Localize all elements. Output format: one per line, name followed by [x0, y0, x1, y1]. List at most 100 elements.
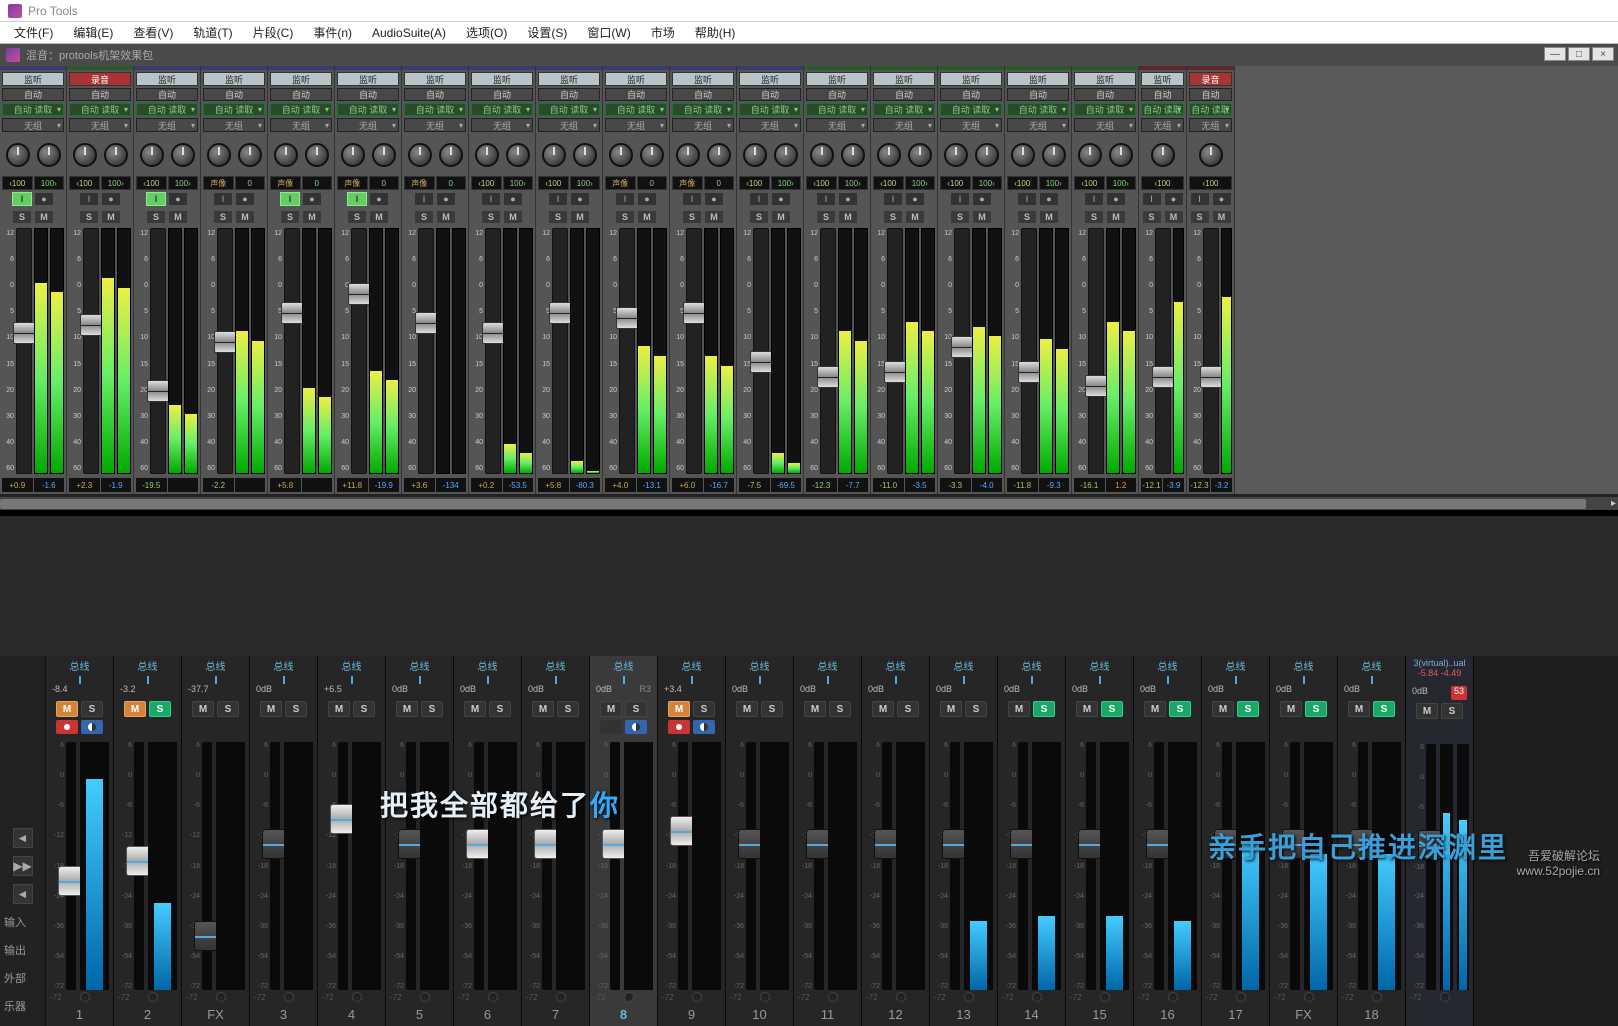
input-monitor-button[interactable]: I [1017, 192, 1037, 206]
channel-number[interactable]: 2 [114, 1004, 181, 1026]
input-monitor-button[interactable]: I [883, 192, 903, 206]
pan-knob-left[interactable] [475, 143, 499, 167]
nav-prev-icon[interactable]: ◄ [13, 828, 33, 848]
pan-indicator[interactable] [998, 672, 1065, 684]
solo-button[interactable]: S [213, 210, 233, 224]
solo-button[interactable]: S [1033, 701, 1055, 717]
pan-indicator[interactable] [1066, 672, 1133, 684]
pan-indicator[interactable] [1270, 672, 1337, 684]
mute-button[interactable]: M [503, 210, 523, 224]
pan-knob-left[interactable] [341, 143, 365, 167]
channel-number[interactable]: 11 [794, 1004, 861, 1026]
mute-button[interactable]: M [1039, 210, 1059, 224]
fader-track[interactable] [1222, 742, 1232, 990]
pan-indicator[interactable] [1134, 672, 1201, 684]
pan-knob-left[interactable] [207, 143, 231, 167]
group-selector[interactable]: 无组 [203, 118, 265, 132]
monitor-button[interactable] [81, 720, 103, 734]
bus-label[interactable]: 总线 [726, 658, 793, 672]
pan-knob-left[interactable] [944, 143, 968, 167]
solo-button[interactable]: S [146, 210, 166, 224]
record-button[interactable] [56, 720, 78, 734]
fader-track[interactable] [1155, 228, 1171, 474]
record-arm-button[interactable]: ● [168, 192, 188, 206]
menu-item[interactable]: 事件(n) [303, 24, 362, 41]
monitor-button[interactable] [693, 720, 715, 734]
group-selector[interactable]: 无组 [2, 118, 64, 132]
mute-button[interactable]: M [1106, 210, 1126, 224]
nav-play-icon[interactable]: ▶▶ [13, 856, 33, 876]
mute-button[interactable]: M [124, 701, 146, 717]
fader-track[interactable] [753, 228, 769, 474]
pan-knob-left[interactable] [743, 143, 767, 167]
fader-track[interactable] [887, 228, 903, 474]
pan-indicator[interactable] [386, 672, 453, 684]
solo-button[interactable]: S [883, 210, 903, 224]
pan-knob-right[interactable] [573, 143, 597, 167]
input-monitor-button[interactable]: I [213, 192, 233, 206]
pan-knob-right[interactable] [908, 143, 932, 167]
solo-button[interactable]: S [625, 701, 647, 717]
pan-knob-left[interactable] [140, 143, 164, 167]
pan-knob-icon[interactable] [148, 992, 158, 1002]
fader-track[interactable] [1021, 228, 1037, 474]
mute-button[interactable]: M [436, 210, 456, 224]
record-arm-button[interactable]: ● [302, 192, 322, 206]
input-monitor-button[interactable]: I [682, 192, 702, 206]
input-monitor-button[interactable]: I [347, 192, 367, 206]
bus-label[interactable]: 总线 [794, 658, 861, 672]
input-monitor-button[interactable]: I [816, 192, 836, 206]
mute-button[interactable]: M [905, 210, 925, 224]
pan-knob-icon[interactable] [80, 992, 90, 1002]
fader-track[interactable] [202, 742, 212, 990]
record-arm-button[interactable]: ● [972, 192, 992, 206]
pan-knob-right[interactable] [975, 143, 999, 167]
mute-button[interactable]: M [1348, 701, 1370, 717]
record-arm-button[interactable]: ● [838, 192, 858, 206]
input-monitor-button[interactable]: I [280, 192, 300, 206]
fader-track[interactable] [418, 228, 434, 474]
pan-knob-left[interactable] [6, 143, 30, 167]
pan-knob-left[interactable] [877, 143, 901, 167]
record-arm-button[interactable]: ● [704, 192, 724, 206]
solo-button[interactable]: S [965, 701, 987, 717]
input-monitor-button[interactable]: I [950, 192, 970, 206]
automation-mode-button[interactable]: 自动 读取 [404, 103, 466, 116]
pan-knob-left[interactable] [676, 143, 700, 167]
nav-next-icon[interactable]: ◄ [13, 884, 33, 904]
fader-track[interactable] [814, 742, 824, 990]
pan-knob-icon[interactable] [352, 992, 362, 1002]
bus-label[interactable]: 总线 [862, 658, 929, 672]
section-external[interactable]: 外部 [0, 964, 45, 992]
channel-number[interactable]: 13 [930, 1004, 997, 1026]
pan-knob-left[interactable] [1078, 143, 1102, 167]
bus-label[interactable]: 总线 [1134, 658, 1201, 672]
pan-knob-icon[interactable] [284, 992, 294, 1002]
automation-mode-button[interactable]: 自动 读取 [806, 103, 868, 116]
mute-button[interactable]: M [101, 210, 121, 224]
solo-button[interactable]: S [749, 210, 769, 224]
mute-button[interactable]: M [192, 701, 214, 717]
record-arm-button[interactable]: ● [235, 192, 255, 206]
solo-button[interactable]: S [1084, 210, 1104, 224]
mute-button[interactable]: M [872, 701, 894, 717]
mute-button[interactable]: M [1280, 701, 1302, 717]
pan-knob-icon[interactable] [760, 992, 770, 1002]
record-arm-button[interactable]: ● [503, 192, 523, 206]
pan-knob-icon[interactable] [896, 992, 906, 1002]
record-button[interactable]: 录音 [1189, 72, 1232, 86]
pan-knob-left[interactable] [1199, 143, 1223, 167]
solo-button[interactable]: S [12, 210, 32, 224]
solo-button[interactable]: S [950, 210, 970, 224]
mute-button[interactable]: M [1076, 701, 1098, 717]
automation-mode-button[interactable]: 自动 读取 [1189, 103, 1232, 116]
close-button[interactable]: × [1592, 47, 1614, 61]
group-selector[interactable]: 无组 [1074, 118, 1136, 132]
fader-track[interactable] [406, 742, 416, 990]
monitor-button[interactable]: 监听 [1074, 72, 1136, 86]
mute-button[interactable]: M [168, 210, 188, 224]
solo-button[interactable]: S [829, 701, 851, 717]
channel-number[interactable] [1406, 1004, 1473, 1026]
automation-mode-button[interactable]: 自动 读取 [270, 103, 332, 116]
pan-knob-icon[interactable] [828, 992, 838, 1002]
